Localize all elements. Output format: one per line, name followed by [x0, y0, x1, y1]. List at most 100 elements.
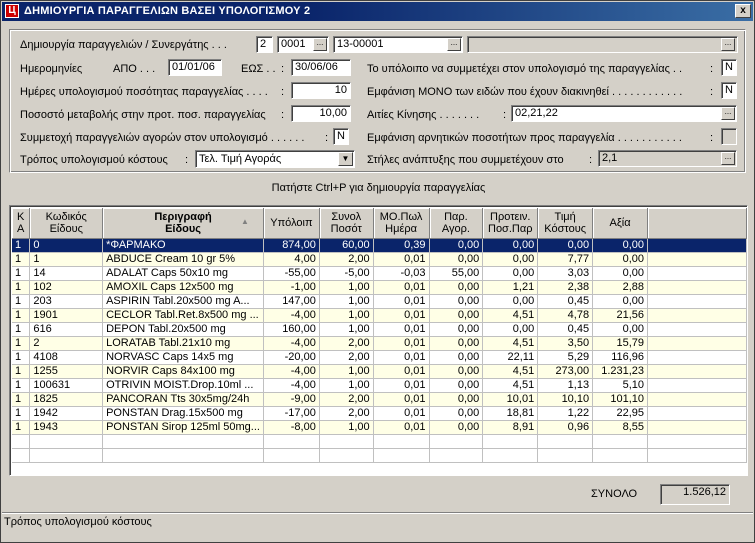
table-cell: [263, 434, 320, 449]
table-row[interactable]: 1 102 AMOXIL Caps 12x500 mg -1,00 1,00 0,01 0,…: [12, 280, 747, 295]
days-field[interactable]: 10: [291, 82, 351, 99]
table-cell: 0,45: [537, 322, 594, 337]
table-cell: 0,01: [373, 308, 430, 323]
days-label: Ημέρες υπολογισμού ποσότητας παραγγελίας…: [20, 86, 268, 98]
table-row[interactable]: 1 1943 PONSTAN Sirop 125ml 50mg... -8,00 1,0…: [12, 420, 747, 435]
reasons-lookup-button[interactable]: ...: [721, 107, 735, 120]
table-cell: 2,00: [319, 350, 374, 365]
cost-method-select[interactable]: Τελ. Τιμή Αγοράς ▼: [195, 150, 355, 168]
table-cell: 2,00: [319, 406, 374, 421]
column-header[interactable]: Περιγραφή Είδους ▲: [102, 208, 264, 239]
table-row[interactable]: 1 14 ADALAT Caps 50x10 mg -55,00 -5,00 -0,03 5…: [12, 266, 747, 281]
title-bar[interactable]: Ц ΔΗΜΙΟΥΡΓΙΑ ΠΑΡΑΓΓΕΛΙΩΝ ΒΑΣΕΙ ΥΠΟΛΟΓΙΣΜ…: [2, 2, 753, 21]
table-cell: -9,00: [263, 392, 320, 407]
from-date-field[interactable]: 01/01/06: [168, 59, 222, 76]
table-cell: 0,01: [373, 350, 430, 365]
partner-id-field[interactable]: 13-00001: [333, 36, 463, 53]
table-cell: 1,00: [319, 294, 374, 309]
chevron-down-icon[interactable]: ▼: [338, 152, 353, 166]
total-value: 1.526,12: [660, 484, 730, 505]
items-grid[interactable]: Κ Α Κωδικός Είδους Περιγραφή Είδους ▲ Υπόλοιπ Συ…: [9, 205, 748, 476]
table-cell: 2: [29, 336, 104, 351]
table-cell: OTRIVIN MOIST.Drop.10ml ...: [102, 378, 264, 393]
hint-text: Πατήστε Ctrl+P για δημιουργία παραγγελία…: [271, 182, 486, 194]
columns-field[interactable]: 2,1: [598, 150, 737, 167]
table-cell: 0,01: [373, 406, 430, 421]
table-cell: 1943: [29, 420, 104, 435]
table-cell: 0,00: [482, 294, 539, 309]
table-row[interactable]: 1 1 ABDUCE Cream 10 gr 5% 4,00 2,00 0,01 0,00 0…: [12, 252, 747, 267]
buy-orders-field[interactable]: N: [333, 128, 349, 145]
table-cell: 0,00: [429, 238, 484, 253]
column-header[interactable]: ΜΟ.Πωλ Ημέρα: [373, 208, 430, 239]
partner-code-lookup-button[interactable]: ...: [313, 38, 327, 51]
table-cell: NORVASC Caps 14x5 mg: [102, 350, 264, 365]
reasons-field[interactable]: 02,21,22: [511, 105, 737, 122]
table-cell: 116,96: [592, 350, 649, 365]
table-row[interactable]: 1 0 *ΦΑΡΜΑΚΟ 874,00 60,00 0,39 0,00 0,00 0,00 0,0…: [12, 238, 747, 253]
table-cell: 1: [12, 378, 31, 393]
table-cell: -5,00: [319, 266, 374, 281]
table-row[interactable]: 1 1901 CECLOR Tabl.Ret.8x500 mg ... -4,00 1,…: [12, 308, 747, 323]
only-distributed-field[interactable]: N: [721, 82, 737, 99]
table-cell: 1: [12, 420, 31, 435]
table-cell-filler: [647, 420, 747, 435]
table-cell: 8,55: [592, 420, 649, 435]
table-row[interactable]: 1 100631 OTRIVIN MOIST.Drop.10ml ... -4,00 1…: [12, 378, 747, 393]
column-header[interactable]: Παρ. Αγορ.: [429, 208, 484, 239]
table-cell: 0,00: [482, 266, 539, 281]
table-cell: 160,00: [263, 322, 320, 337]
table-row[interactable]: 1 1825 PANCORAN Tts 30x5mg/24h -9,00 2,00 0,0…: [12, 392, 747, 407]
column-header[interactable]: Προτειν. Ποσ.Παρ: [482, 208, 539, 239]
balance-field[interactable]: N: [721, 59, 737, 76]
column-header[interactable]: Κωδικός Είδους: [29, 208, 104, 239]
table-body: 1 0 *ΦΑΡΜΑΚΟ 874,00 60,00 0,39 0,00 0,00 0,00 0,0…: [12, 238, 747, 463]
cost-method-colon: :: [185, 154, 189, 166]
partner-name-field: [467, 36, 738, 53]
buy-orders-label: Συμμετοχή παραγγελιών αγορών στον υπολογ…: [20, 132, 305, 144]
negative-field[interactable]: [721, 128, 737, 145]
table-cell: 1: [12, 266, 31, 281]
table-cell-filler: [647, 336, 747, 351]
table-cell: 0,00: [429, 280, 484, 295]
table-row[interactable]: 1 4108 NORVASC Caps 14x5 mg -20,00 2,00 0,01 0…: [12, 350, 747, 365]
table-cell: 0,01: [373, 364, 430, 379]
balance-colon: :: [710, 63, 714, 75]
table-cell: 5,10: [592, 378, 649, 393]
table-cell: -1,00: [263, 280, 320, 295]
close-button[interactable]: x: [735, 4, 751, 18]
table-cell: 1,00: [319, 322, 374, 337]
columns-lookup-button[interactable]: ...: [721, 152, 735, 165]
table-cell: PANCORAN Tts 30x5mg/24h: [102, 392, 264, 407]
table-cell: 2,00: [319, 336, 374, 351]
partner-id-lookup-button[interactable]: ...: [447, 38, 461, 51]
table-cell: [373, 448, 430, 463]
table-cell: 0,45: [537, 294, 594, 309]
table-row[interactable]: 1 1942 PONSTAN Drag.15x500 mg -17,00 2,00 0,0…: [12, 406, 747, 421]
table-cell: 0,00: [537, 238, 594, 253]
cost-method-value: Τελ. Τιμή Αγοράς: [199, 153, 282, 165]
column-header[interactable]: ΚΑ: [12, 208, 31, 239]
table-row[interactable]: 1 1255 NORVIR Caps 84x100 mg -4,00 1,00 0,01 0…: [12, 364, 747, 379]
table-cell: [647, 434, 747, 449]
table-cell: 3,50: [537, 336, 594, 351]
table-row[interactable]: 1 2 LORATAB Tabl.21x10 mg -4,00 2,00 0,01 0,00…: [12, 336, 747, 351]
table-cell: 10,01: [482, 392, 539, 407]
only-distributed-colon: :: [710, 86, 714, 98]
table-cell-filler: [647, 364, 747, 379]
to-date-field[interactable]: 30/06/06: [291, 59, 351, 76]
table-cell: [29, 448, 104, 463]
table-row[interactable]: 1 616 DEPON Tabl.20x500 mg 160,00 1,00 0,01 0,…: [12, 322, 747, 337]
table-row[interactable]: 1 203 ASPIRIN Tabl.20x500 mg A... 147,00 1,0…: [12, 294, 747, 309]
table-cell: 1,00: [319, 420, 374, 435]
table-cell: 2,38: [537, 280, 594, 295]
partner-name-lookup-button[interactable]: ...: [721, 38, 735, 51]
table-cell: 8,91: [482, 420, 539, 435]
pct-field[interactable]: 10,00: [291, 105, 351, 122]
column-header[interactable]: Υπόλοιπ: [263, 208, 320, 239]
column-header[interactable]: Αξία: [592, 208, 649, 239]
columns-label: Στήλες ανάπτυξης που συμμετέχουν στο: [367, 154, 564, 166]
column-header[interactable]: Συνολ Ποσότ: [319, 208, 374, 239]
column-header[interactable]: Τιμή Κόστους: [537, 208, 594, 239]
partner-num-field[interactable]: 2: [256, 36, 273, 53]
